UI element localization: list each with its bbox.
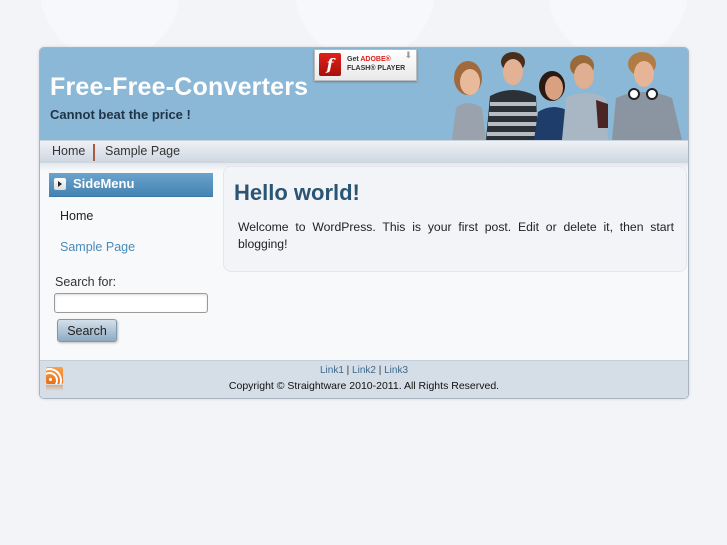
person-1 — [452, 61, 486, 140]
arrow-bullet-icon — [54, 178, 66, 190]
flash-get-text: Get — [347, 56, 361, 63]
flash-adobe-text: ADOBE® — [360, 56, 391, 63]
sidemenu-header: SideMenu — [49, 173, 213, 197]
copyright-text: Copyright © Straightware 2010-2011. All … — [228, 380, 500, 392]
site-header: Free-Free-Converters Cannot beat the pri… — [40, 48, 688, 140]
site-footer: Link1 | Link2 | Link3 Copyright © Straig… — [40, 360, 688, 398]
nav-item-home[interactable]: Home — [52, 144, 85, 158]
site-title[interactable]: Free-Free-Converters — [50, 73, 308, 102]
footer-separator: | — [343, 365, 353, 376]
footer-links: Link1 | Link2 | Link3 — [40, 365, 688, 376]
footer-link-3[interactable]: Link3 — [384, 365, 408, 376]
main-navigation: Home Sample Page — [40, 140, 688, 163]
download-arrow-icon: ⬇ — [404, 51, 412, 61]
search-button[interactable]: Search — [57, 319, 117, 342]
nav-item-sample-page[interactable]: Sample Page — [105, 144, 180, 158]
search-label: Search for: — [55, 275, 117, 289]
flash-logo-icon: f — [319, 53, 341, 76]
nav-separator — [93, 144, 95, 161]
footer-link-2[interactable]: Link2 — [352, 365, 376, 376]
header-banner-image — [452, 52, 682, 140]
post-title[interactable]: Hello world! — [234, 180, 360, 206]
post-card: Hello world! Welcome to WordPress. This … — [223, 166, 687, 272]
footer-link-1[interactable]: Link1 — [320, 365, 344, 376]
person-2 — [486, 52, 538, 140]
post-body: Welcome to WordPress. This is your first… — [238, 220, 674, 251]
sidebar-item-sample-page[interactable]: Sample Page — [60, 240, 135, 254]
person-5 — [612, 52, 682, 140]
get-flash-player-badge[interactable]: f Get ADOBE® FLASH® PLAYER ⬇ — [314, 49, 417, 81]
page-container: Free-Free-Converters Cannot beat the pri… — [39, 47, 689, 399]
sidebar-item-home[interactable]: Home — [60, 209, 93, 223]
footer-separator: | — [375, 365, 385, 376]
person-4 — [562, 55, 608, 140]
site-tagline: Cannot beat the price ! — [50, 107, 191, 122]
flash-player-text: FLASH® PLAYER — [347, 65, 406, 72]
sidemenu-title: SideMenu — [73, 176, 135, 191]
search-input[interactable] — [54, 293, 208, 313]
